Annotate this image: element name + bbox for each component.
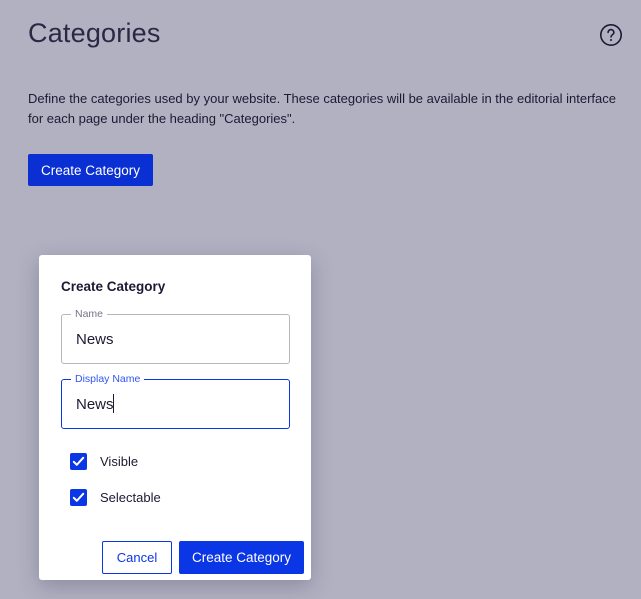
name-field-label: Name [71,308,108,320]
name-field[interactable]: Name [61,308,290,364]
display-name-field[interactable]: Display Name [61,373,290,429]
display-name-input[interactable] [76,394,276,414]
visible-checkbox-label: Visible [100,453,139,469]
checkmark-icon [72,492,85,502]
dialog-title: Create Category [61,279,166,294]
help-button[interactable] [599,23,623,47]
page-description: Define the categories used by your websi… [28,91,616,126]
visible-checkbox-row[interactable]: Visible [70,452,138,470]
selectable-checkbox-label: Selectable [100,489,161,505]
help-circle-icon [599,23,623,47]
create-category-button[interactable]: Create Category [28,154,153,186]
cancel-button[interactable]: Cancel [102,541,172,574]
selectable-checkbox-row[interactable]: Selectable [70,488,161,506]
checkmark-icon [72,456,85,466]
name-input[interactable] [76,329,276,349]
display-name-field-label: Display Name [71,373,145,385]
submit-create-category-button[interactable]: Create Category [179,541,304,574]
text-cursor [113,394,114,413]
visible-checkbox[interactable] [70,452,87,470]
page-title: Categories [28,18,161,48]
create-category-dialog: Create Category Name Display Name Visibl… [39,255,311,580]
selectable-checkbox[interactable] [70,488,87,506]
